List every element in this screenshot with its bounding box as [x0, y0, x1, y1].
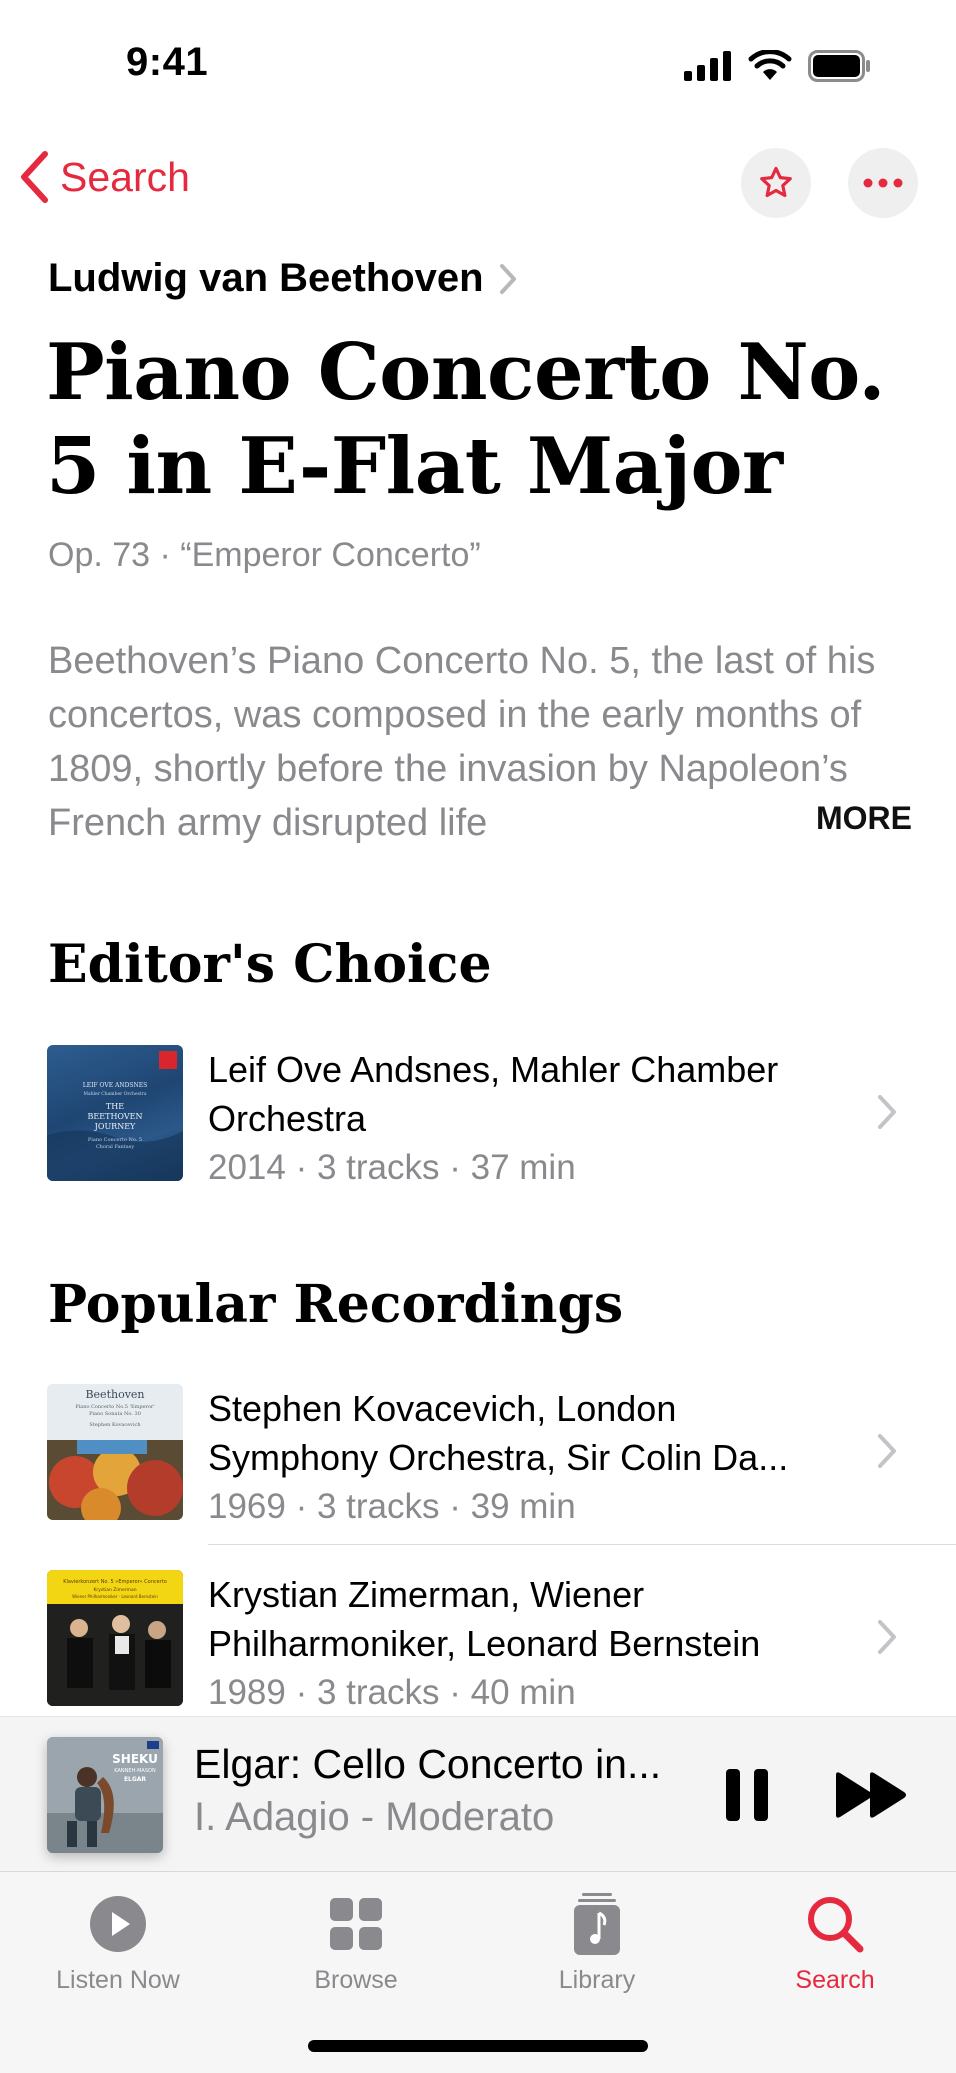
back-button[interactable]: Search [18, 150, 190, 204]
tab-label: Library [558, 1966, 636, 1994]
chevron-right-icon [878, 1095, 896, 1129]
cellular-signal-icon [684, 51, 731, 81]
grid-icon [330, 1886, 382, 1962]
album-art: Klavierkonzert No. 5 »Emperor« Concerto … [47, 1570, 183, 1706]
tab-listen-now[interactable]: Listen Now [18, 1886, 218, 1995]
record-meta: 1969 · 3 tracks · 39 min [208, 1487, 576, 1526]
list-item[interactable]: Beethoven Piano Concerto No.5 'Emperor' … [0, 1384, 956, 1545]
chevron-right-icon [878, 1434, 896, 1468]
tab-label: Browse [314, 1966, 398, 1994]
work-subtitle: Op. 73 · “Emperor Concerto” [48, 536, 481, 574]
more-options-button[interactable] [848, 148, 918, 218]
chevron-left-icon [21, 151, 48, 203]
search-icon [806, 1886, 864, 1962]
chevron-right-icon [878, 1620, 896, 1654]
cover-text: KANNEH-MASON [114, 1768, 156, 1774]
navigation-bar: Search [0, 140, 956, 230]
cover-text: Klavierkonzert No. 5 »Emperor« Concerto [63, 1579, 167, 1585]
album-art: LEIF OVE ANDSNES Mahler Chamber Orchestr… [47, 1051, 183, 1181]
tab-library[interactable]: Library [497, 1886, 697, 1995]
album-cover: Beethoven Piano Concerto No.5 'Emperor' … [47, 1384, 183, 1520]
record-meta: 2014 · 3 tracks · 37 min [208, 1148, 576, 1187]
cover-text: THE [106, 1102, 124, 1111]
music-note-icon [574, 1886, 620, 1962]
status-time: 9:41 [126, 40, 209, 84]
tab-label: Search [795, 1966, 875, 1994]
home-indicator [308, 2040, 648, 2052]
album-art: SHEKU KANNEH-MASON ELGAR [47, 1737, 163, 1853]
fast-forward-icon[interactable] [832, 1771, 910, 1819]
tab-label: Listen Now [56, 1966, 180, 1994]
album-art: Beethoven Piano Concerto No.5 'Emperor' … [47, 1384, 183, 1520]
now-playing-cover: SHEKU KANNEH-MASON ELGAR [47, 1737, 163, 1853]
cover-text: JOURNEY [94, 1122, 136, 1131]
cover-text: Wiener Philharmoniker · Leonard Bernstei… [72, 1594, 158, 1599]
cover-text: BEETHOVEN [88, 1112, 143, 1121]
composer-link[interactable]: Ludwig van Beethoven [48, 256, 518, 301]
battery-icon [808, 50, 870, 82]
now-playing-title: Elgar: Cello Concerto in... [194, 1741, 662, 1787]
record-artists: Stephen Kovacevich, London Symphony Orch… [208, 1388, 789, 1478]
cover-text: SHEKU [112, 1752, 158, 1766]
cover-text: Mahler Chamber Orchestra [83, 1091, 146, 1097]
record-artists: Krystian Zimerman, Wiener Philharmoniker… [208, 1574, 761, 1664]
cover-text: Piano Concerto No.5 'Emperor' [75, 1404, 154, 1410]
work-description: Beethoven’s Piano Concerto No. 5, the la… [48, 640, 876, 844]
pause-icon[interactable] [722, 1767, 772, 1823]
work-title: Piano Concerto No. 5 in E-Flat Major [46, 327, 886, 512]
tab-browse[interactable]: Browse [256, 1886, 456, 1995]
status-icons [684, 50, 872, 82]
cover-text: LEIF OVE ANDSNES [83, 1082, 147, 1089]
record-info: Stephen Kovacevich, London Symphony Orch… [208, 1384, 848, 1531]
list-item[interactable]: LEIF OVE ANDSNES Mahler Chamber Orchestr… [0, 1045, 956, 1205]
section-title-popular-recordings: Popular Recordings [48, 1274, 624, 1335]
list-item[interactable]: Klavierkonzert No. 5 »Emperor« Concerto … [0, 1570, 956, 1730]
record-info: Krystian Zimerman, Wiener Philharmoniker… [208, 1570, 848, 1717]
album-cover: Klavierkonzert No. 5 »Emperor« Concerto … [47, 1570, 183, 1706]
chevron-right-icon [499, 263, 516, 294]
ellipsis-icon [863, 178, 903, 188]
more-button[interactable]: MORE [800, 800, 912, 837]
mini-player[interactable]: SHEKU KANNEH-MASON ELGAR Elgar: Cello Co… [0, 1716, 956, 1872]
star-icon [760, 166, 792, 198]
cover-text: Piano Concerto No. 5 [88, 1137, 142, 1143]
divider [208, 1544, 956, 1545]
play-circle-icon [89, 1886, 147, 1962]
cover-text: ELGAR [124, 1776, 146, 1783]
tab-search[interactable]: Search [735, 1886, 935, 1995]
cover-text: Beethoven [85, 1388, 144, 1401]
record-info: Leif Ove Andsnes, Mahler Chamber Orchest… [208, 1045, 848, 1192]
record-artists: Leif Ove Andsnes, Mahler Chamber Orchest… [208, 1049, 779, 1139]
back-label: Search [60, 153, 190, 200]
wifi-icon [748, 50, 792, 80]
section-title-editors-choice: Editor's Choice [48, 934, 492, 995]
favorite-button[interactable] [741, 148, 811, 218]
album-cover: LEIF OVE ANDSNES Mahler Chamber Orchestr… [47, 1045, 183, 1181]
cover-text: Choral Fantasy [96, 1144, 135, 1150]
cover-text: Krystian Zimerman [93, 1587, 136, 1593]
composer-name: Ludwig van Beethoven [48, 256, 484, 300]
cover-text: Stephen Kovacevich [89, 1422, 141, 1428]
status-bar: 9:41 [0, 0, 956, 120]
cover-text: Piano Sonata No. 30 [89, 1411, 141, 1417]
record-meta: 1989 · 3 tracks · 40 min [208, 1673, 576, 1712]
now-playing-subtitle: I. Adagio - Moderato [194, 1795, 555, 1839]
